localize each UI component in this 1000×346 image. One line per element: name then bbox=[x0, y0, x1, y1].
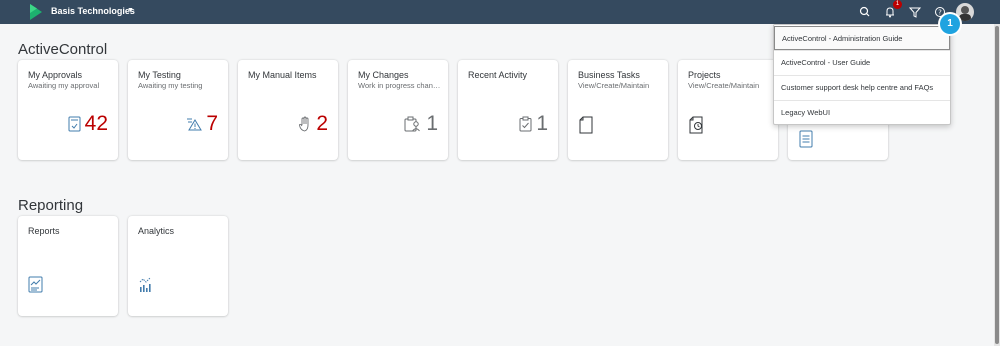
analytics-icon bbox=[139, 277, 151, 292]
report-icon bbox=[28, 276, 43, 293]
menu-item-support-help-centre[interactable]: Customer support desk help centre and FA… bbox=[774, 76, 950, 100]
tile-my-changes[interactable]: My Changes Work in progress changes 1 bbox=[348, 60, 448, 160]
hand-icon bbox=[299, 116, 309, 132]
tile-subtitle: Work in progress changes bbox=[358, 81, 442, 90]
tile-title: Reports bbox=[28, 226, 60, 236]
tile-analytics[interactable]: Analytics bbox=[128, 216, 228, 316]
vertical-scrollbar[interactable] bbox=[994, 24, 1000, 346]
tile-kpi-value: 42 bbox=[84, 112, 108, 135]
changes-icon bbox=[404, 116, 421, 132]
tile-recent-activity[interactable]: Recent Activity 1 bbox=[458, 60, 558, 160]
tile-subtitle: Awaiting my approval bbox=[28, 81, 100, 90]
tile-title: Business Tasks bbox=[578, 70, 640, 80]
tile-title: My Testing bbox=[138, 70, 181, 80]
tile-subtitle: Awaiting my testing bbox=[138, 81, 203, 90]
tile-my-approvals[interactable]: My Approvals Awaiting my approval 42 bbox=[18, 60, 118, 160]
search-icon[interactable] bbox=[858, 5, 872, 19]
help-dropdown-menu: ActiveControl - Administration Guide Act… bbox=[773, 24, 951, 125]
project-icon bbox=[689, 116, 703, 134]
company-dropdown-icon[interactable]: ▼ bbox=[127, 7, 134, 14]
filter-icon[interactable] bbox=[908, 5, 922, 19]
tile-title: My Manual Items bbox=[248, 70, 317, 80]
approvals-icon bbox=[68, 116, 81, 132]
tile-kpi-value: 2 bbox=[316, 112, 328, 135]
tile-kpi-value: 1 bbox=[536, 112, 548, 135]
menu-item-administration-guide[interactable]: ActiveControl - Administration Guide bbox=[774, 26, 950, 50]
tile-projects[interactable]: Projects View/Create/Maintain bbox=[678, 60, 778, 160]
tile-title: Analytics bbox=[138, 226, 175, 236]
tile-kpi-value: 1 bbox=[426, 112, 438, 135]
testing-warning-icon bbox=[187, 118, 203, 131]
tile-my-testing[interactable]: My Testing Awaiting my testing 7 bbox=[128, 60, 228, 160]
scrollbar-thumb[interactable] bbox=[995, 26, 999, 344]
document-icon bbox=[579, 116, 593, 134]
basis-logo-icon[interactable] bbox=[30, 4, 42, 20]
company-name[interactable]: Basis Technologies bbox=[51, 6, 135, 16]
tile-subtitle: View/Create/Maintain bbox=[688, 81, 760, 90]
section-title-reporting: Reporting bbox=[18, 197, 84, 214]
shell-bar: Basis Technologies ▼ 1 ? bbox=[0, 0, 1000, 24]
tile-my-manual-items[interactable]: My Manual Items 2 bbox=[238, 60, 338, 160]
tile-title: Recent Activity bbox=[468, 70, 528, 80]
tile-kpi-value: 7 bbox=[206, 112, 218, 135]
clipboard-icon bbox=[519, 116, 532, 132]
tile-title: My Approvals bbox=[28, 70, 83, 80]
section-title-activecontrol: ActiveControl bbox=[18, 41, 108, 58]
tile-business-tasks[interactable]: Business Tasks View/Create/Maintain bbox=[568, 60, 668, 160]
list-document-icon bbox=[799, 130, 813, 148]
tile-title: Projects bbox=[688, 70, 721, 80]
tile-title: My Changes bbox=[358, 70, 409, 80]
tile-subtitle: View/Create/Maintain bbox=[578, 81, 650, 90]
menu-item-legacy-webui[interactable]: Legacy WebUI bbox=[774, 101, 950, 125]
tile-reports[interactable]: Reports bbox=[18, 216, 118, 316]
svg-text:?: ? bbox=[938, 9, 942, 17]
menu-item-user-guide[interactable]: ActiveControl - User Guide bbox=[774, 51, 950, 75]
step-marker-badge: 1 bbox=[940, 14, 960, 34]
notification-badge: 1 bbox=[893, 0, 902, 9]
